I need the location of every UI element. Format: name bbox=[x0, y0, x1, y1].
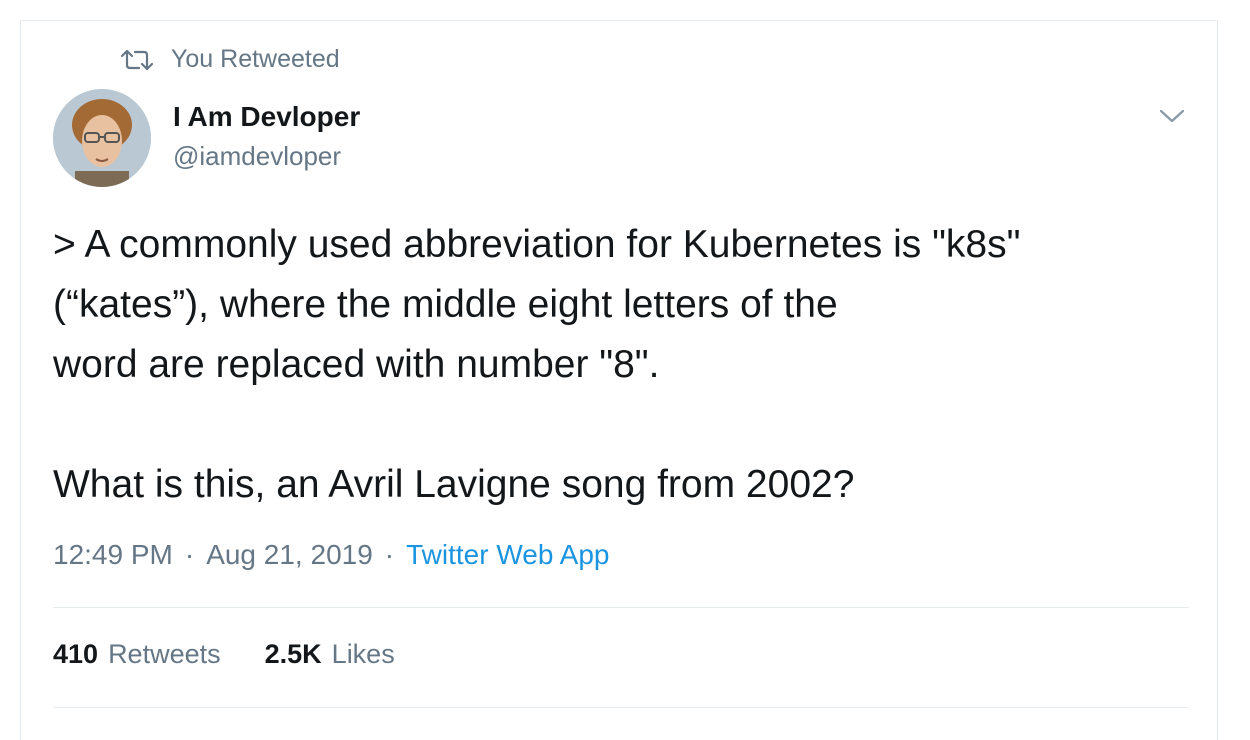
tweet-source-link[interactable]: Twitter Web App bbox=[406, 539, 609, 571]
likes-label: Likes bbox=[331, 639, 395, 669]
divider bbox=[53, 707, 1189, 708]
retweets-stat[interactable]: 410 Retweets bbox=[53, 639, 221, 670]
avatar[interactable] bbox=[53, 89, 151, 187]
author-name[interactable]: I Am Devloper bbox=[173, 101, 360, 133]
chevron-down-icon[interactable] bbox=[1159, 105, 1185, 127]
retweet-icon bbox=[120, 47, 154, 73]
tweet-meta: 12:49 PM · Aug 21, 2019 · Twitter Web Ap… bbox=[53, 539, 609, 571]
meta-separator: · bbox=[184, 539, 195, 570]
author-handle[interactable]: @iamdevloper bbox=[173, 141, 341, 172]
retweets-count: 410 bbox=[53, 639, 99, 669]
tweet-card: You Retweeted I Am Devloper @iamdevloper… bbox=[20, 20, 1218, 740]
retweets-label: Retweets bbox=[108, 639, 221, 669]
tweet-stats: 410 Retweets 2.5K Likes bbox=[53, 639, 439, 670]
retweet-context: You Retweeted bbox=[120, 45, 340, 74]
likes-stat[interactable]: 2.5K Likes bbox=[265, 639, 395, 670]
tweet-text: > A commonly used abbreviation for Kuber… bbox=[53, 215, 1203, 515]
tweet-line: word are replaced with number "8". bbox=[53, 343, 660, 386]
retweet-context-label: You Retweeted bbox=[171, 45, 340, 73]
meta-separator: · bbox=[384, 539, 395, 570]
divider bbox=[53, 607, 1189, 608]
likes-count: 2.5K bbox=[264, 639, 322, 669]
tweet-line: What is this, an Avril Lavigne song from… bbox=[53, 463, 855, 506]
avatar-image bbox=[53, 89, 151, 187]
tweet-time[interactable]: 12:49 PM bbox=[53, 539, 173, 571]
tweet-line: (“kates”), where the middle eight letter… bbox=[53, 283, 838, 326]
tweet-date[interactable]: Aug 21, 2019 bbox=[206, 539, 373, 571]
tweet-line: > A commonly used abbreviation for Kuber… bbox=[53, 223, 1021, 266]
